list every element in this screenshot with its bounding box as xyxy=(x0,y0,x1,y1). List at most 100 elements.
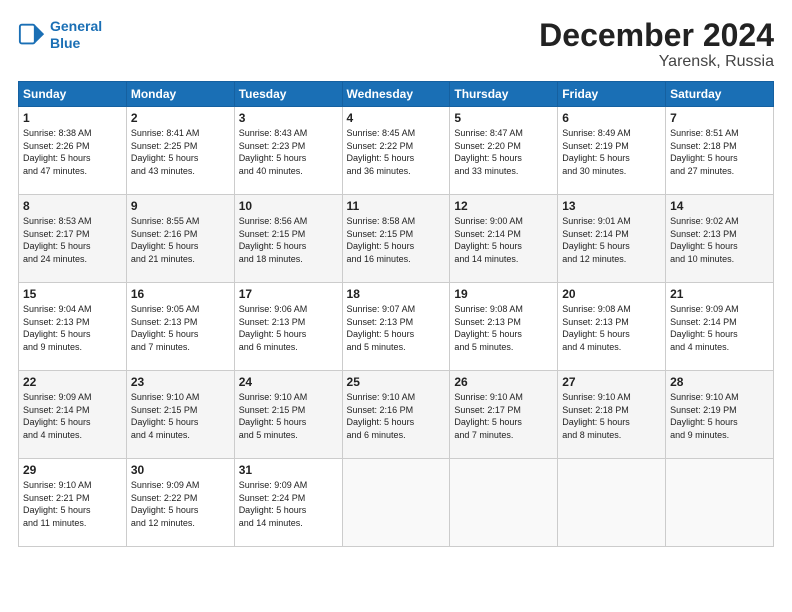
header: General Blue December 2024 Yarensk, Russ… xyxy=(18,18,774,71)
table-row: 13 Sunrise: 9:01 AM Sunset: 2:14 PM Dayli… xyxy=(558,195,666,283)
day-info: Sunrise: 8:53 AM Sunset: 2:17 PM Dayligh… xyxy=(23,215,122,265)
table-row: 1 Sunrise: 8:38 AM Sunset: 2:26 PM Daylig… xyxy=(19,107,127,195)
day-number: 3 xyxy=(239,111,338,125)
table-row: 14 Sunrise: 9:02 AM Sunset: 2:13 PM Dayli… xyxy=(666,195,774,283)
table-row: 25 Sunrise: 9:10 AM Sunset: 2:16 PM Dayli… xyxy=(342,371,450,459)
day-info: Sunrise: 9:10 AM Sunset: 2:15 PM Dayligh… xyxy=(239,391,338,441)
table-row: 5 Sunrise: 8:47 AM Sunset: 2:20 PM Daylig… xyxy=(450,107,558,195)
day-info: Sunrise: 9:10 AM Sunset: 2:17 PM Dayligh… xyxy=(454,391,553,441)
day-number: 26 xyxy=(454,375,553,389)
calendar-week-row: 22Sunrise: 9:09 AM Sunset: 2:14 PM Dayli… xyxy=(19,371,774,459)
table-row: 31 Sunrise: 9:09 AM Sunset: 2:24 PM Dayli… xyxy=(234,459,342,547)
day-info: Sunrise: 9:09 AM Sunset: 2:24 PM Dayligh… xyxy=(239,479,338,529)
day-number: 12 xyxy=(454,199,553,213)
logo-icon xyxy=(18,21,46,49)
subtitle: Yarensk, Russia xyxy=(539,53,774,71)
logo: General Blue xyxy=(18,18,102,52)
day-number: 16 xyxy=(131,287,230,301)
day-number: 29 xyxy=(23,463,122,477)
table-row: 7Sunrise: 8:51 AM Sunset: 2:18 PM Daylig… xyxy=(666,107,774,195)
day-info: Sunrise: 8:38 AM Sunset: 2:26 PM Dayligh… xyxy=(23,127,122,177)
table-row: 9Sunrise: 8:55 AM Sunset: 2:16 PM Daylig… xyxy=(126,195,234,283)
day-number: 19 xyxy=(454,287,553,301)
day-info: Sunrise: 9:00 AM Sunset: 2:14 PM Dayligh… xyxy=(454,215,553,265)
day-info: Sunrise: 8:41 AM Sunset: 2:25 PM Dayligh… xyxy=(131,127,230,177)
calendar-week-row: 29 Sunrise: 9:10 AM Sunset: 2:21 PM Dayli… xyxy=(19,459,774,547)
day-number: 4 xyxy=(347,111,446,125)
day-info: Sunrise: 9:10 AM Sunset: 2:18 PM Dayligh… xyxy=(562,391,661,441)
table-row: 30 Sunrise: 9:09 AM Sunset: 2:22 PM Dayli… xyxy=(126,459,234,547)
table-row: 22Sunrise: 9:09 AM Sunset: 2:14 PM Dayli… xyxy=(19,371,127,459)
header-friday: Friday xyxy=(558,82,666,107)
header-thursday: Thursday xyxy=(450,82,558,107)
table-row: 15 Sunrise: 9:04 AM Sunset: 2:13 PM Dayli… xyxy=(19,283,127,371)
table-row: 10Sunrise: 8:56 AM Sunset: 2:15 PM Dayli… xyxy=(234,195,342,283)
weekday-header-row: Sunday Monday Tuesday Wednesday Thursday… xyxy=(19,82,774,107)
day-number: 27 xyxy=(562,375,661,389)
day-info: Sunrise: 9:06 AM Sunset: 2:13 PM Dayligh… xyxy=(239,303,338,353)
calendar-week-row: 15 Sunrise: 9:04 AM Sunset: 2:13 PM Dayli… xyxy=(19,283,774,371)
table-row: 17Sunrise: 9:06 AM Sunset: 2:13 PM Dayli… xyxy=(234,283,342,371)
day-number: 1 xyxy=(23,111,122,125)
header-wednesday: Wednesday xyxy=(342,82,450,107)
table-row xyxy=(342,459,450,547)
table-row: 23 Sunrise: 9:10 AM Sunset: 2:15 PM Dayli… xyxy=(126,371,234,459)
day-info: Sunrise: 9:05 AM Sunset: 2:13 PM Dayligh… xyxy=(131,303,230,353)
day-info: Sunrise: 9:01 AM Sunset: 2:14 PM Dayligh… xyxy=(562,215,661,265)
table-row: 19Sunrise: 9:08 AM Sunset: 2:13 PM Dayli… xyxy=(450,283,558,371)
day-number: 22 xyxy=(23,375,122,389)
logo-text: General Blue xyxy=(50,18,102,52)
calendar-week-row: 8 Sunrise: 8:53 AM Sunset: 2:17 PM Daylig… xyxy=(19,195,774,283)
day-info: Sunrise: 8:49 AM Sunset: 2:19 PM Dayligh… xyxy=(562,127,661,177)
table-row xyxy=(666,459,774,547)
table-row: 11Sunrise: 8:58 AM Sunset: 2:15 PM Dayli… xyxy=(342,195,450,283)
page: General Blue December 2024 Yarensk, Russ… xyxy=(0,0,792,612)
main-title: December 2024 xyxy=(539,18,774,53)
day-info: Sunrise: 8:58 AM Sunset: 2:15 PM Dayligh… xyxy=(347,215,446,265)
day-info: Sunrise: 9:10 AM Sunset: 2:15 PM Dayligh… xyxy=(131,391,230,441)
day-info: Sunrise: 9:10 AM Sunset: 2:21 PM Dayligh… xyxy=(23,479,122,529)
day-info: Sunrise: 9:09 AM Sunset: 2:22 PM Dayligh… xyxy=(131,479,230,529)
day-info: Sunrise: 9:07 AM Sunset: 2:13 PM Dayligh… xyxy=(347,303,446,353)
day-info: Sunrise: 9:10 AM Sunset: 2:16 PM Dayligh… xyxy=(347,391,446,441)
table-row: 26 Sunrise: 9:10 AM Sunset: 2:17 PM Dayli… xyxy=(450,371,558,459)
day-number: 30 xyxy=(131,463,230,477)
table-row: 21Sunrise: 9:09 AM Sunset: 2:14 PM Dayli… xyxy=(666,283,774,371)
day-number: 6 xyxy=(562,111,661,125)
table-row: 18 Sunrise: 9:07 AM Sunset: 2:13 PM Dayli… xyxy=(342,283,450,371)
table-row: 4 Sunrise: 8:45 AM Sunset: 2:22 PM Daylig… xyxy=(342,107,450,195)
day-info: Sunrise: 8:55 AM Sunset: 2:16 PM Dayligh… xyxy=(131,215,230,265)
day-number: 23 xyxy=(131,375,230,389)
calendar-week-row: 1 Sunrise: 8:38 AM Sunset: 2:26 PM Daylig… xyxy=(19,107,774,195)
day-number: 7 xyxy=(670,111,769,125)
table-row: 6 Sunrise: 8:49 AM Sunset: 2:19 PM Daylig… xyxy=(558,107,666,195)
day-info: Sunrise: 9:04 AM Sunset: 2:13 PM Dayligh… xyxy=(23,303,122,353)
day-number: 13 xyxy=(562,199,661,213)
table-row: 24Sunrise: 9:10 AM Sunset: 2:15 PM Dayli… xyxy=(234,371,342,459)
day-number: 15 xyxy=(23,287,122,301)
table-row: 29 Sunrise: 9:10 AM Sunset: 2:21 PM Dayli… xyxy=(19,459,127,547)
day-number: 8 xyxy=(23,199,122,213)
table-row: 8 Sunrise: 8:53 AM Sunset: 2:17 PM Daylig… xyxy=(19,195,127,283)
day-number: 14 xyxy=(670,199,769,213)
title-block: December 2024 Yarensk, Russia xyxy=(539,18,774,71)
table-row: 2 Sunrise: 8:41 AM Sunset: 2:25 PM Daylig… xyxy=(126,107,234,195)
table-row: 20Sunrise: 9:08 AM Sunset: 2:13 PM Dayli… xyxy=(558,283,666,371)
day-number: 20 xyxy=(562,287,661,301)
day-info: Sunrise: 8:43 AM Sunset: 2:23 PM Dayligh… xyxy=(239,127,338,177)
calendar-table: Sunday Monday Tuesday Wednesday Thursday… xyxy=(18,81,774,547)
day-info: Sunrise: 8:47 AM Sunset: 2:20 PM Dayligh… xyxy=(454,127,553,177)
table-row: 3 Sunrise: 8:43 AM Sunset: 2:23 PM Daylig… xyxy=(234,107,342,195)
day-number: 2 xyxy=(131,111,230,125)
table-row xyxy=(558,459,666,547)
day-number: 31 xyxy=(239,463,338,477)
day-number: 5 xyxy=(454,111,553,125)
day-info: Sunrise: 9:02 AM Sunset: 2:13 PM Dayligh… xyxy=(670,215,769,265)
day-number: 25 xyxy=(347,375,446,389)
day-info: Sunrise: 9:09 AM Sunset: 2:14 PM Dayligh… xyxy=(670,303,769,353)
day-number: 18 xyxy=(347,287,446,301)
header-saturday: Saturday xyxy=(666,82,774,107)
day-info: Sunrise: 8:45 AM Sunset: 2:22 PM Dayligh… xyxy=(347,127,446,177)
day-number: 28 xyxy=(670,375,769,389)
day-info: Sunrise: 9:10 AM Sunset: 2:19 PM Dayligh… xyxy=(670,391,769,441)
